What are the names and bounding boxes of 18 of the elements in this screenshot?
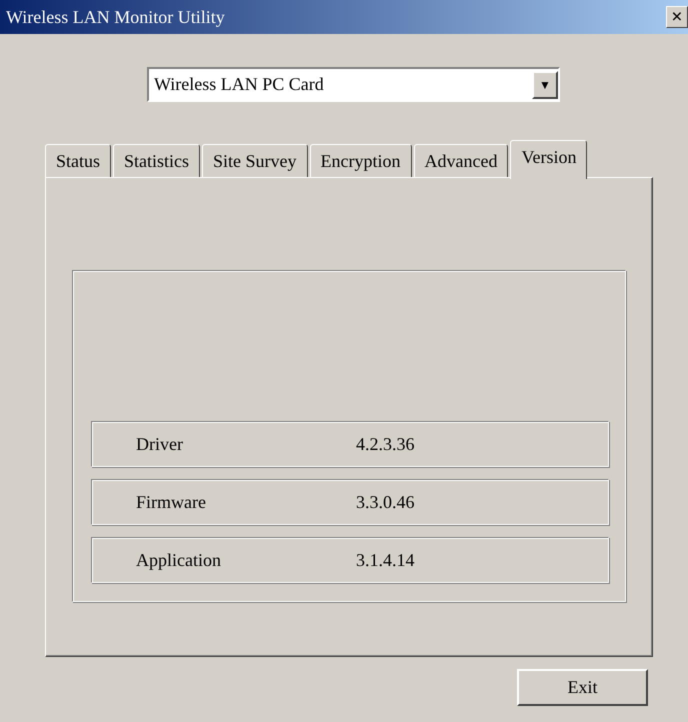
tab[interactable]: Version — [510, 140, 588, 179]
window-title: Wireless LAN Monitor Utility — [6, 6, 225, 28]
tab[interactable]: Status — [45, 144, 112, 177]
component-name: Application — [135, 550, 222, 570]
exit-button[interactable]: Exit — [517, 669, 648, 706]
version-number: 3.1.4.14 — [356, 550, 414, 570]
component-name: Firmware — [135, 492, 207, 512]
dropdown-value: Wireless LAN PC Card — [154, 74, 324, 95]
tab[interactable]: Encryption — [310, 144, 412, 177]
dropdown-arrow-button[interactable]: ▼ — [532, 70, 558, 98]
version-number: 3.3.0.46 — [356, 492, 414, 512]
tab[interactable]: Advanced — [414, 144, 508, 177]
component-name: Driver — [135, 434, 184, 454]
version-number: 4.2.3.36 — [356, 434, 414, 454]
close-button[interactable]: × — [666, 6, 688, 28]
adapter-dropdown[interactable]: Wireless LAN PC Card ▼ — [147, 67, 560, 102]
tab[interactable]: Site Survey — [202, 144, 308, 177]
tab[interactable]: Statistics — [113, 144, 200, 177]
